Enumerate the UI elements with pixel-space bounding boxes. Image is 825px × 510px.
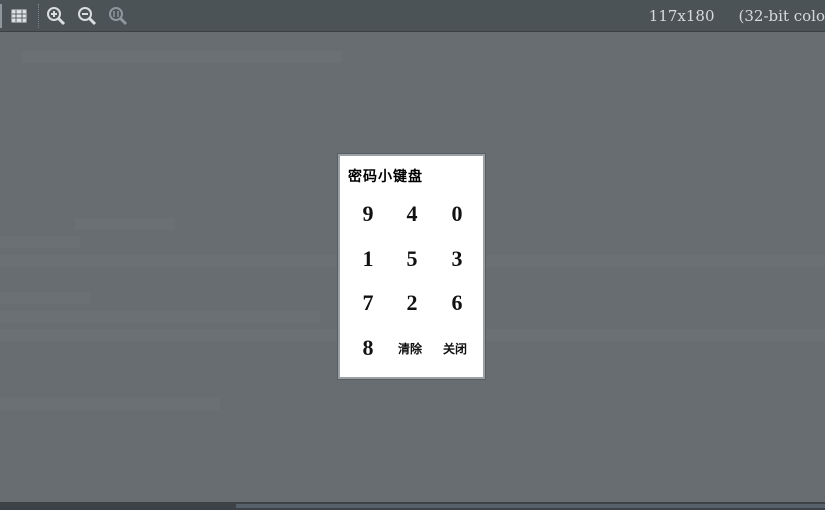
key-4: 4 (406, 201, 418, 226)
keypad-image: 密码小键盘 9 4 0 1 5 3 7 2 6 8 清除 关闭 (338, 154, 485, 379)
image-info: 117x180 (32-bit colo (649, 7, 825, 25)
background-ghost-line (0, 236, 80, 248)
zoom-out-icon (78, 7, 97, 26)
horizontal-scrollbar[interactable] (0, 502, 825, 510)
toolbar-edge (0, 4, 2, 28)
zoom-in-button[interactable] (45, 5, 67, 27)
image-dimensions: 117x180 (648, 7, 715, 25)
zoom-actual-icon (109, 7, 128, 26)
key-close: 关闭 (442, 341, 467, 356)
background-ghost-line (0, 398, 220, 410)
key-5: 5 (406, 246, 418, 271)
viewer-toolbar: 117x180 (32-bit colo (0, 0, 825, 32)
toolbar-separator (38, 4, 40, 28)
key-8: 8 (362, 335, 374, 360)
key-2: 2 (406, 290, 418, 315)
key-1: 1 (362, 246, 374, 271)
fit-window-button[interactable] (8, 5, 30, 27)
background-ghost-line (0, 292, 90, 304)
image-color-depth: (32-bit colo (738, 7, 825, 25)
background-ghost-line (75, 218, 175, 230)
key-7: 7 (362, 290, 374, 315)
key-6: 6 (451, 290, 463, 315)
scrollbar-thumb[interactable] (236, 504, 825, 508)
key-3: 3 (451, 246, 463, 271)
key-0: 0 (451, 201, 463, 226)
keypad-title: 密码小键盘 (348, 169, 423, 185)
zoom-actual-button[interactable] (107, 5, 129, 27)
zoom-in-icon (47, 7, 66, 26)
key-clear: 清除 (397, 341, 422, 356)
key-9: 9 (362, 201, 374, 226)
background-ghost-line (22, 51, 342, 63)
zoom-out-button[interactable] (76, 5, 98, 27)
background-ghost-line (0, 311, 320, 323)
fit-window-icon (11, 9, 27, 23)
